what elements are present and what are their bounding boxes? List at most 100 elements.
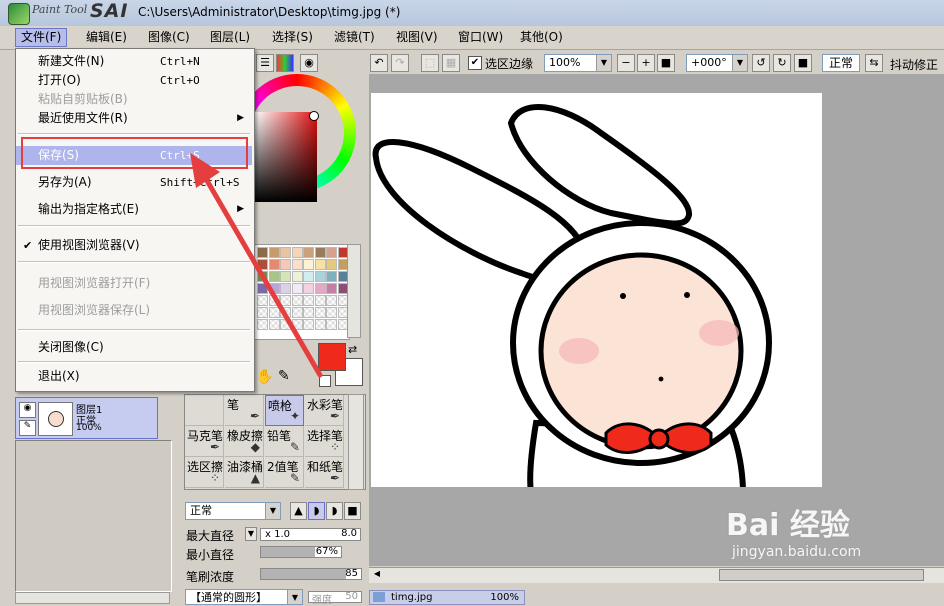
chevron-down-icon: ▼ <box>287 590 302 604</box>
selection-edge-checkbox[interactable]: ✔ <box>468 56 482 70</box>
menu-edit[interactable]: 编辑(E) <box>81 29 132 46</box>
brush-shape-value: 【通常的圆形】 <box>190 591 267 604</box>
stabilizer-label: 抖动修正 <box>890 58 939 72</box>
blend-mode-box[interactable]: 正常 <box>822 54 860 72</box>
wheel-handle[interactable] <box>309 111 319 121</box>
scroll-left-icon[interactable]: ◀ <box>371 569 383 581</box>
invert-selection-icon[interactable]: ▦ <box>442 54 460 72</box>
menu-other[interactable]: 其他(O) <box>515 29 568 46</box>
brush-tool-icon: ✎ <box>289 440 300 454</box>
rotate-left-icon[interactable]: ↺ <box>752 54 770 72</box>
palette-view-icon[interactable] <box>276 54 294 72</box>
zoom-select[interactable]: 100% ▼ <box>544 54 612 72</box>
brush-tool[interactable]: 选择笔 ⁘ <box>305 426 344 457</box>
min-size-slider[interactable]: 67% <box>260 546 342 558</box>
list-view-icon[interactable]: ☰ <box>256 54 274 72</box>
rabbit-drawing <box>372 104 772 487</box>
density-label: 笔刷浓度 <box>186 570 235 584</box>
layer-row[interactable]: ◉ ✎ 图层1 正常 100% <box>15 397 158 439</box>
brush-tool[interactable]: 2值笔 ✎ <box>265 457 304 488</box>
menu-item-open-label: 打开(O) <box>38 73 81 87</box>
undo-icon[interactable]: ↶ <box>370 54 388 72</box>
strength-value: 50 <box>345 591 358 602</box>
brush-blend-select[interactable]: 正常 ▼ <box>185 502 281 520</box>
window-title: C:\Users\Administrator\Desktop\timg.jpg … <box>138 5 401 19</box>
redo-icon[interactable]: ↷ <box>391 54 409 72</box>
brush-tool-icon: ✒ <box>329 409 340 423</box>
horizontal-scrollbar[interactable]: ◀ <box>369 567 944 583</box>
eye-icon[interactable]: ◉ <box>300 54 318 72</box>
brush-tool[interactable]: 油漆桶 ▲ <box>225 457 264 488</box>
menu-window[interactable]: 窗口(W) <box>453 29 508 46</box>
app-logo-small-text: Paint Tool <box>32 3 88 16</box>
angle-select[interactable]: +000° ▼ <box>686 54 748 72</box>
annotation-arrow <box>190 153 323 378</box>
strength-label: 强度 <box>312 595 332 606</box>
brush-tool[interactable]: 马克笔 ✒ <box>185 426 224 457</box>
menu-file[interactable]: 文件(F) <box>15 28 68 47</box>
menu-item-open[interactable]: 打开(O) Ctrl+O <box>16 71 252 90</box>
brush-shape-round-icon[interactable]: ◗ <box>308 502 325 520</box>
brush-tool[interactable]: 喷枪 ✦ <box>265 395 304 426</box>
brush-shape-square-icon[interactable]: ■ <box>344 502 361 520</box>
zoom-reset-icon[interactable]: ■ <box>657 54 675 72</box>
horizontal-scroll-thumb[interactable] <box>719 569 924 581</box>
menu-filter[interactable]: 滤镜(T) <box>329 29 380 46</box>
visibility-eye-icon[interactable]: ◉ <box>19 402 36 418</box>
brush-lock-icon[interactable]: ✎ <box>19 420 36 436</box>
image-icon <box>373 592 385 602</box>
density-slider[interactable]: 85 <box>260 568 362 580</box>
app-logo-big-text: SAI <box>90 0 129 22</box>
max-size-dropdown-icon[interactable]: ▼ <box>245 527 257 541</box>
strength-slider[interactable]: 强度 50 <box>308 591 362 606</box>
app-logo-icon <box>8 3 30 25</box>
brush-tool[interactable]: 笔 ✒ <box>225 395 264 426</box>
brush-tool[interactable]: 橡皮擦 ◆ <box>225 426 264 457</box>
brush-tool-icon: ◆ <box>250 440 260 454</box>
brush-tool[interactable]: 水彩笔 ✒ <box>305 395 344 426</box>
document-tab-zoom: 100% <box>490 592 519 603</box>
menu-select[interactable]: 选择(S) <box>267 29 318 46</box>
tool-scrollbar[interactable] <box>348 394 364 490</box>
brush-shape-flat-icon[interactable]: ▲ <box>290 502 307 520</box>
max-size-label: 最大直径 <box>186 529 235 543</box>
menu-layer[interactable]: 图层(L) <box>205 29 255 46</box>
brush-shape-select[interactable]: 【通常的圆形】 ▼ <box>185 589 303 605</box>
chevron-down-icon: ▼ <box>265 503 280 519</box>
max-size-slider[interactable]: x 1.0 8.0 <box>260 528 361 541</box>
deselect-icon[interactable]: ⬚ <box>421 54 439 72</box>
menu-image[interactable]: 图像(C) <box>143 29 195 46</box>
menu-view[interactable]: 视图(V) <box>391 29 443 46</box>
zoom-in-icon[interactable]: + <box>637 54 655 72</box>
swatch-scrollbar[interactable] <box>347 244 361 338</box>
drawing-canvas[interactable] <box>371 93 822 487</box>
brush-tool[interactable]: 选区擦 ⁘ <box>185 457 224 488</box>
watermark-brand: Bai 经验 <box>726 508 850 543</box>
menu-item-recent[interactable]: 最近使用文件(R) ▶ <box>16 109 252 128</box>
menu-item-new-label: 新建文件(N) <box>38 54 105 68</box>
layer-list-empty <box>15 440 172 592</box>
brush-tool[interactable] <box>185 395 224 426</box>
rotate-reset-icon[interactable]: ■ <box>794 54 812 72</box>
document-tab[interactable]: timg.jpg 100% <box>369 590 525 605</box>
brush-tool[interactable]: 和纸笔 ✒ <box>305 457 344 488</box>
brush-tool-label: 笔 <box>227 398 240 412</box>
menu-item-new[interactable]: 新建文件(N) Ctrl+N <box>16 52 252 71</box>
menu-item-open-shortcut: Ctrl+O <box>160 74 200 87</box>
layer-thumbnail <box>38 402 73 436</box>
swap-colors-icon[interactable]: ⇄ <box>348 343 357 356</box>
flip-icon[interactable]: ⇆ <box>865 54 883 72</box>
layer-scrollbar[interactable] <box>15 592 170 604</box>
zoom-value: 100% <box>549 56 581 69</box>
chevron-down-icon: ▼ <box>596 55 611 71</box>
brush-tool[interactable]: 铅笔 ✎ <box>265 426 304 457</box>
min-size-fill <box>261 547 315 557</box>
min-size-label: 最小直径 <box>186 548 235 562</box>
menu-item-paste[interactable]: 粘贴自剪贴板(B) <box>16 90 252 109</box>
zoom-out-icon[interactable]: − <box>617 54 635 72</box>
brush-tool-icon: ✎ <box>289 471 300 485</box>
brush-shape-soft-icon[interactable]: ◗ <box>326 502 343 520</box>
menu-separator <box>18 133 250 135</box>
rotate-right-icon[interactable]: ↻ <box>773 54 791 72</box>
menu-item-new-shortcut: Ctrl+N <box>160 55 200 68</box>
